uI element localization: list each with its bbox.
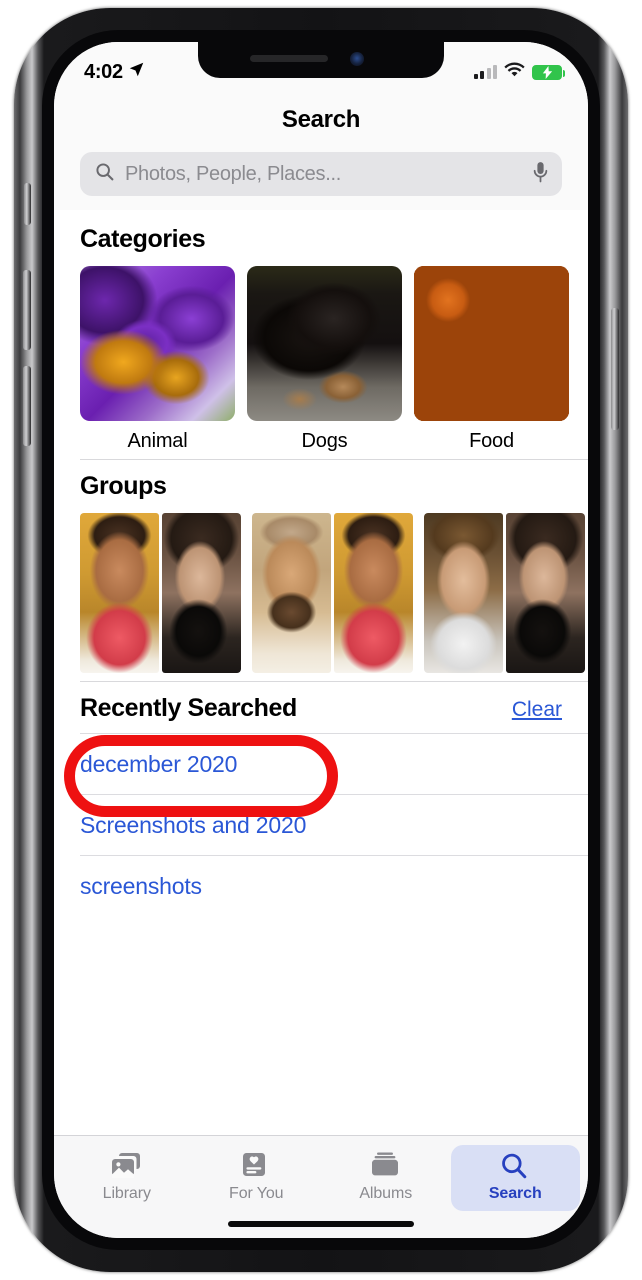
search-bar-container: Photos, People, Places... xyxy=(54,146,588,210)
face-thumbnail xyxy=(162,513,241,673)
category-item[interactable]: Food xyxy=(414,266,569,453)
mute-switch-button[interactable] xyxy=(24,183,31,225)
tab-label: Library xyxy=(102,1185,151,1202)
front-camera-icon xyxy=(350,52,364,66)
recently-searched-title: Recently Searched xyxy=(80,694,297,722)
device-notch xyxy=(198,42,444,78)
categories-row[interactable]: Animal Dogs Food xyxy=(54,264,588,459)
category-item[interactable]: Animal xyxy=(80,266,235,453)
recent-search-label: Screenshots and 2020 xyxy=(80,812,307,838)
tab-for-you[interactable]: For You xyxy=(192,1145,322,1211)
phone-screen: 4:02 Search Photos, People, Places... Ca… xyxy=(54,42,588,1238)
volume-up-button[interactable] xyxy=(23,270,31,350)
tab-albums[interactable]: Albums xyxy=(321,1145,451,1211)
recent-search-item-december-2020[interactable]: december 2020 xyxy=(54,734,588,817)
search-icon xyxy=(94,161,115,187)
phone-frame: 4:02 Search Photos, People, Places... Ca… xyxy=(14,8,628,1272)
search-placeholder-text: Photos, People, Places... xyxy=(125,162,341,185)
earpiece-speaker xyxy=(250,55,328,62)
tab-label: For You xyxy=(229,1185,284,1202)
category-thumbnail[interactable] xyxy=(80,266,235,421)
wifi-icon xyxy=(504,62,525,82)
category-thumbnail[interactable] xyxy=(414,266,569,421)
photos-library-icon xyxy=(111,1152,142,1180)
recent-search-label: screenshots xyxy=(80,873,202,899)
recent-search-label: december 2020 xyxy=(80,751,238,777)
group-item[interactable] xyxy=(424,513,585,673)
face-thumbnail xyxy=(506,513,585,673)
search-content-scroll[interactable]: Categories Animal Dogs Food Groups Recen… xyxy=(54,213,588,1135)
category-thumbnail[interactable] xyxy=(247,266,402,421)
search-input[interactable]: Photos, People, Places... xyxy=(80,152,562,196)
status-bar-left: 4:02 xyxy=(84,61,145,84)
group-item[interactable] xyxy=(252,513,413,673)
face-thumbnail xyxy=(80,513,159,673)
clear-button[interactable]: Clear xyxy=(512,698,562,722)
face-thumbnail xyxy=(424,513,503,673)
groups-row[interactable] xyxy=(54,511,588,681)
cellular-bars-icon xyxy=(473,65,497,79)
category-label: Animal xyxy=(127,430,188,452)
page-title: Search xyxy=(281,106,361,133)
power-button[interactable] xyxy=(611,308,619,430)
tab-library[interactable]: Library xyxy=(62,1145,192,1211)
category-label: Dogs xyxy=(301,430,348,452)
search-icon xyxy=(500,1152,530,1180)
tab-search[interactable]: Search xyxy=(450,1145,580,1211)
location-arrow-icon xyxy=(128,61,145,83)
for-you-card-icon xyxy=(241,1152,271,1180)
face-thumbnail xyxy=(334,513,413,673)
status-bar-right xyxy=(473,62,565,82)
groups-section-title: Groups xyxy=(80,472,167,500)
battery-charging-icon xyxy=(532,64,565,80)
group-item[interactable] xyxy=(80,513,241,673)
home-indicator[interactable] xyxy=(228,1221,414,1227)
volume-down-button[interactable] xyxy=(23,366,31,446)
face-thumbnail xyxy=(252,513,331,673)
category-item[interactable]: Dogs xyxy=(247,266,402,453)
tab-label: Search xyxy=(488,1185,542,1202)
status-time: 4:02 xyxy=(84,60,123,83)
albums-stack-icon xyxy=(371,1152,401,1180)
tab-label: Albums xyxy=(359,1185,413,1202)
recent-search-item-screenshots[interactable]: screenshots xyxy=(54,856,588,916)
recently-searched-header: Recently Searched Clear xyxy=(54,682,588,733)
category-label: Food xyxy=(469,430,514,452)
navigation-bar: Search xyxy=(54,94,588,146)
microphone-icon[interactable] xyxy=(531,161,550,188)
categories-section-title: Categories xyxy=(80,225,206,253)
recent-search-item-screenshots-and-2020[interactable]: Screenshots and 2020 xyxy=(54,795,588,855)
